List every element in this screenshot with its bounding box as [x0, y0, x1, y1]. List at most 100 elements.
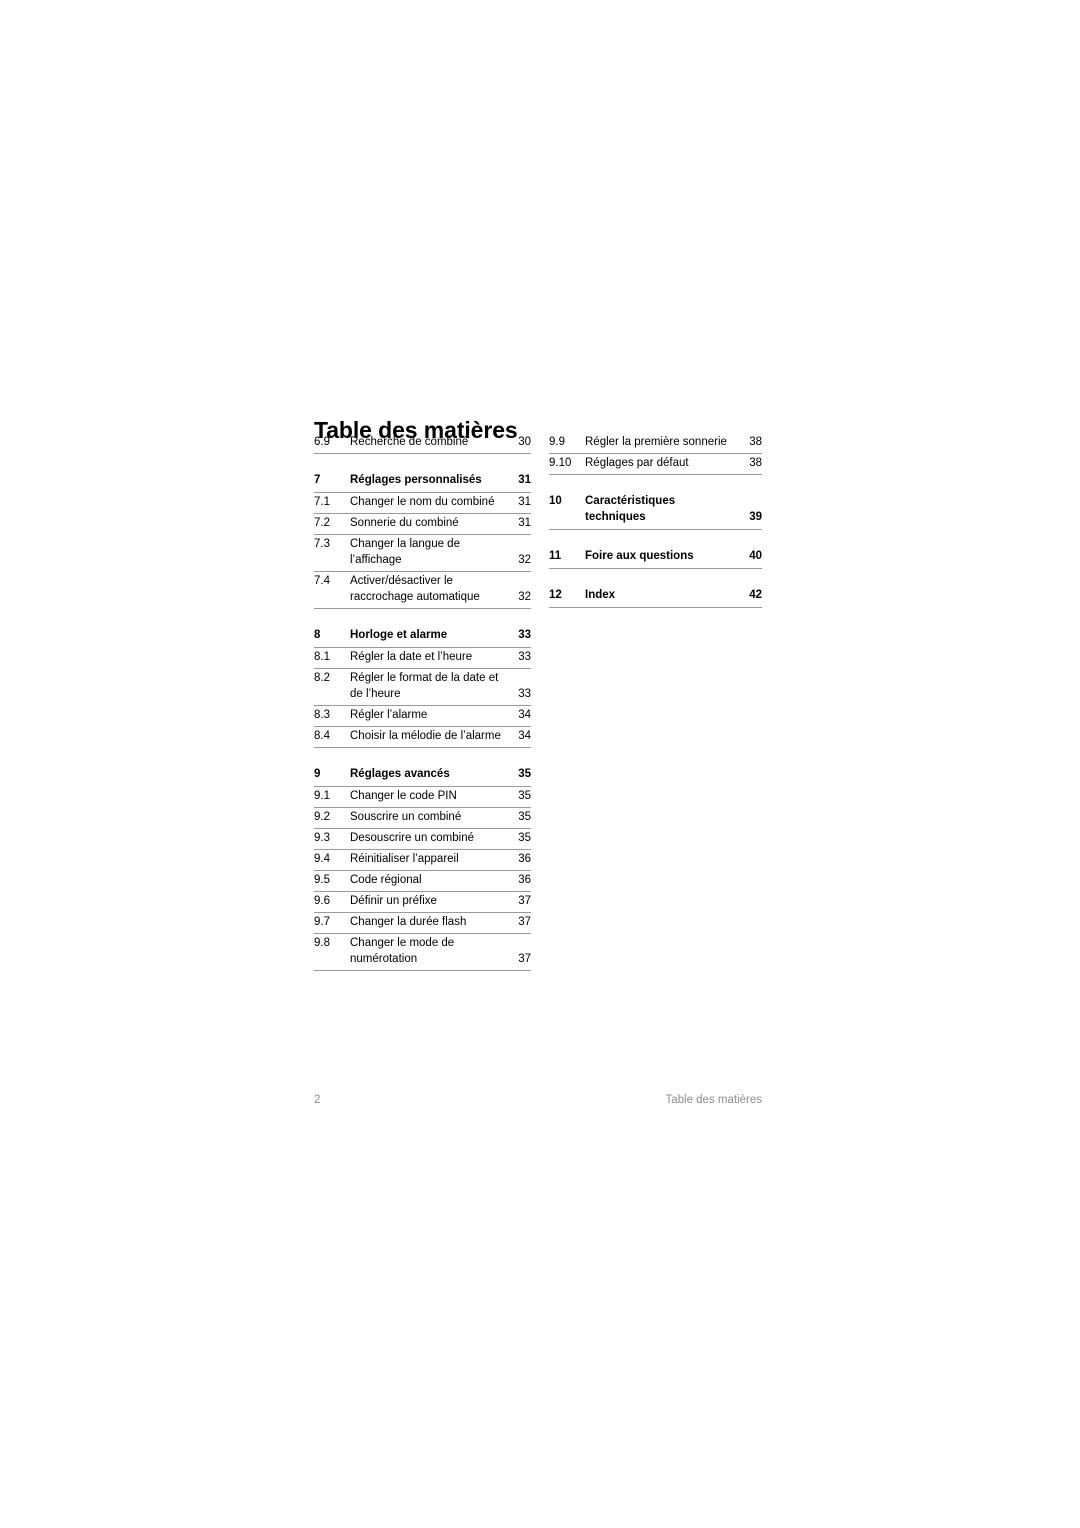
- toc-entry-number: 12: [549, 589, 562, 601]
- toc-entry-label: Choisir la mélodie de l’alarme: [350, 727, 515, 744]
- toc-entry-number: 7.4: [314, 575, 330, 587]
- toc-entry-label: Changer la langue de l’affichage: [350, 535, 515, 568]
- toc-entry-page-number: 38: [749, 457, 762, 469]
- toc-entry-number: 9.10: [549, 457, 572, 469]
- toc-entry-page-number: 42: [749, 589, 762, 601]
- toc-entry-label-line1: Régler la date et l’heure: [350, 651, 473, 663]
- toc-entry-label: Réglages personnalisés: [350, 471, 515, 488]
- toc-entry-label-line2: techniques: [585, 511, 646, 523]
- toc-entry-page-number: 38: [749, 436, 762, 448]
- toc-entry-number: 6.9: [314, 436, 330, 448]
- toc-entry-label-line1: Changer le nom du combiné: [350, 496, 495, 508]
- toc-entry-number: 8.2: [314, 672, 330, 684]
- toc-entry[interactable]: 7.3 Changer la langue de l’affichage 32: [314, 535, 531, 572]
- toc-entry-label-line1: Recherche de combiné: [350, 436, 469, 448]
- toc-entry-label: Régler la première sonnerie: [585, 433, 746, 450]
- toc-entry[interactable]: 9.3 Desouscrire un combiné 35: [314, 829, 531, 850]
- toc-entry[interactable]: 12 Index 42: [549, 586, 762, 608]
- toc-entry[interactable]: 8 Horloge et alarme 33: [314, 626, 531, 648]
- toc-entry-label: Index: [585, 586, 746, 603]
- toc-entry-page-number: 33: [518, 688, 531, 700]
- toc-entry-page-number: 37: [518, 895, 531, 907]
- toc-entry[interactable]: 9 Réglages avancés 35: [314, 765, 531, 787]
- toc-entry-page-number: 30: [518, 436, 531, 448]
- toc-entry-label-line1: Changer le mode de: [350, 937, 455, 949]
- toc-entry-number: 7.1: [314, 496, 330, 508]
- toc-entry-page-number: 31: [518, 474, 531, 486]
- toc-entry-label: Foire aux questions: [585, 547, 746, 564]
- toc-entry-label-line1: Activer/désactiver le: [350, 575, 453, 587]
- toc-entry-number: 9.6: [314, 895, 330, 907]
- toc-entry-label-line2: numérotation: [350, 953, 418, 965]
- toc-entry-label: Changer le nom du combiné: [350, 493, 515, 510]
- toc-entry-label: Changer le code PIN: [350, 787, 515, 804]
- toc-entry[interactable]: 9.4 Réinitialiser l’appareil 36: [314, 850, 531, 871]
- toc-entry-label-line1: Code régional: [350, 874, 422, 886]
- toc-entry-label-line1: Choisir la mélodie de l’alarme: [350, 730, 501, 742]
- toc-entry-label: Définir un préfixe: [350, 892, 515, 909]
- toc-entry-label: Réglages par défaut: [585, 454, 746, 471]
- toc-entry-number: 8: [314, 629, 321, 641]
- toc-entry-label: Réglages avancés: [350, 765, 515, 782]
- toc-entry-number: 9.7: [314, 916, 330, 928]
- toc-entry-number: 8.3: [314, 709, 330, 721]
- toc-entry[interactable]: 9.5 Code régional 36: [314, 871, 531, 892]
- toc-entry[interactable]: 8.3 Régler l’alarme 34: [314, 706, 531, 727]
- toc-entry-label: Activer/désactiver le raccrochage automat…: [350, 572, 515, 605]
- toc-entry-label-line1: Régler l’alarme: [350, 709, 428, 721]
- toc-entry-number: 10: [549, 495, 562, 507]
- toc-entry[interactable]: 9.9 Régler la première sonnerie 38: [549, 433, 762, 454]
- toc-entry-number: 9.5: [314, 874, 330, 886]
- toc-entry-page-number: 31: [518, 517, 531, 529]
- toc-entry[interactable]: 9.7 Changer la durée flash 37: [314, 913, 531, 934]
- toc-entry-label-line1: Horloge et alarme: [350, 629, 448, 641]
- toc-entry-number: 11: [549, 550, 562, 562]
- toc-entry-label-line1: Souscrire un combiné: [350, 811, 462, 823]
- toc-entry-label-line1: Index: [585, 589, 616, 601]
- toc-entry-label-line1: Réglages personnalisés: [350, 474, 482, 486]
- toc-entry[interactable]: 8.4 Choisir la mélodie de l’alarme 34: [314, 727, 531, 748]
- toc-entry-number: 7.3: [314, 538, 330, 550]
- toc-entry[interactable]: 7.4 Activer/désactiver le raccrochage auto…: [314, 572, 531, 609]
- toc-entry-label: Réinitialiser l’appareil: [350, 850, 515, 867]
- toc-entry-label-line1: Régler le format de la date et: [350, 672, 499, 684]
- toc-entry-page-number: 36: [518, 853, 531, 865]
- toc-entry[interactable]: 9.1 Changer le code PIN 35: [314, 787, 531, 808]
- toc-entry-label-line1: Sonnerie du combiné: [350, 517, 459, 529]
- toc-entry[interactable]: 9.10 Réglages par défaut 38: [549, 454, 762, 475]
- toc-entry-number: 8.1: [314, 651, 330, 663]
- toc-entry-page-number: 31: [518, 496, 531, 508]
- toc-entry-label-line1: Réinitialiser l’appareil: [350, 853, 459, 865]
- toc-entry-page-number: 35: [518, 811, 531, 823]
- toc-entry[interactable]: 8.2 Régler le format de la date et de l’he…: [314, 669, 531, 706]
- toc-entry[interactable]: 9.8 Changer le mode de numérotation 37: [314, 934, 531, 971]
- toc-entry[interactable]: 6.9 Recherche de combiné 30: [314, 433, 531, 454]
- toc-entry[interactable]: 10 Caractéristiques techniques 39: [549, 492, 762, 530]
- toc-entry-label-line2: raccrochage automatique: [350, 591, 480, 603]
- toc-entry-label: Recherche de combiné: [350, 433, 515, 450]
- toc-entry[interactable]: 11 Foire aux questions 40: [549, 547, 762, 569]
- toc-entry-number: 7.2: [314, 517, 330, 529]
- toc-entry-label-line1: Desouscrire un combiné: [350, 832, 475, 844]
- toc-entry-page-number: 34: [518, 709, 531, 721]
- document-page: Table des matières 6.9 Recherche de combi…: [0, 0, 1080, 1528]
- toc-entry-page-number: 37: [518, 953, 531, 965]
- toc-entry[interactable]: 8.1 Régler la date et l’heure 33: [314, 648, 531, 669]
- footer-section-label: Table des matières: [665, 1094, 762, 1106]
- toc-entry-page-number: 40: [749, 550, 762, 562]
- toc-entry[interactable]: 9.2 Souscrire un combiné 35: [314, 808, 531, 829]
- toc-entry[interactable]: 7.2 Sonnerie du combiné 31: [314, 514, 531, 535]
- toc-entry-label-line1: Foire aux questions: [585, 550, 694, 562]
- toc-entry-label-line1: Changer le code PIN: [350, 790, 457, 802]
- toc-entry-label: Régler l’alarme: [350, 706, 515, 723]
- toc-entry-label-line1: Réglages avancés: [350, 768, 450, 780]
- toc-entry[interactable]: 7.1 Changer le nom du combiné 31: [314, 493, 531, 514]
- toc-entry-number: 9: [314, 768, 321, 780]
- toc-entry-number: 9.1: [314, 790, 330, 802]
- toc-entry-label: Caractéristiques techniques: [585, 492, 746, 525]
- toc-entry[interactable]: 9.6 Définir un préfixe 37: [314, 892, 531, 913]
- toc-column-left: 6.9 Recherche de combiné 30 7 Réglages perso…: [314, 433, 531, 971]
- toc-entry-page-number: 33: [518, 629, 531, 641]
- toc-entry[interactable]: 7 Réglages personnalisés 31: [314, 471, 531, 493]
- toc-entry-number: 9.4: [314, 853, 330, 865]
